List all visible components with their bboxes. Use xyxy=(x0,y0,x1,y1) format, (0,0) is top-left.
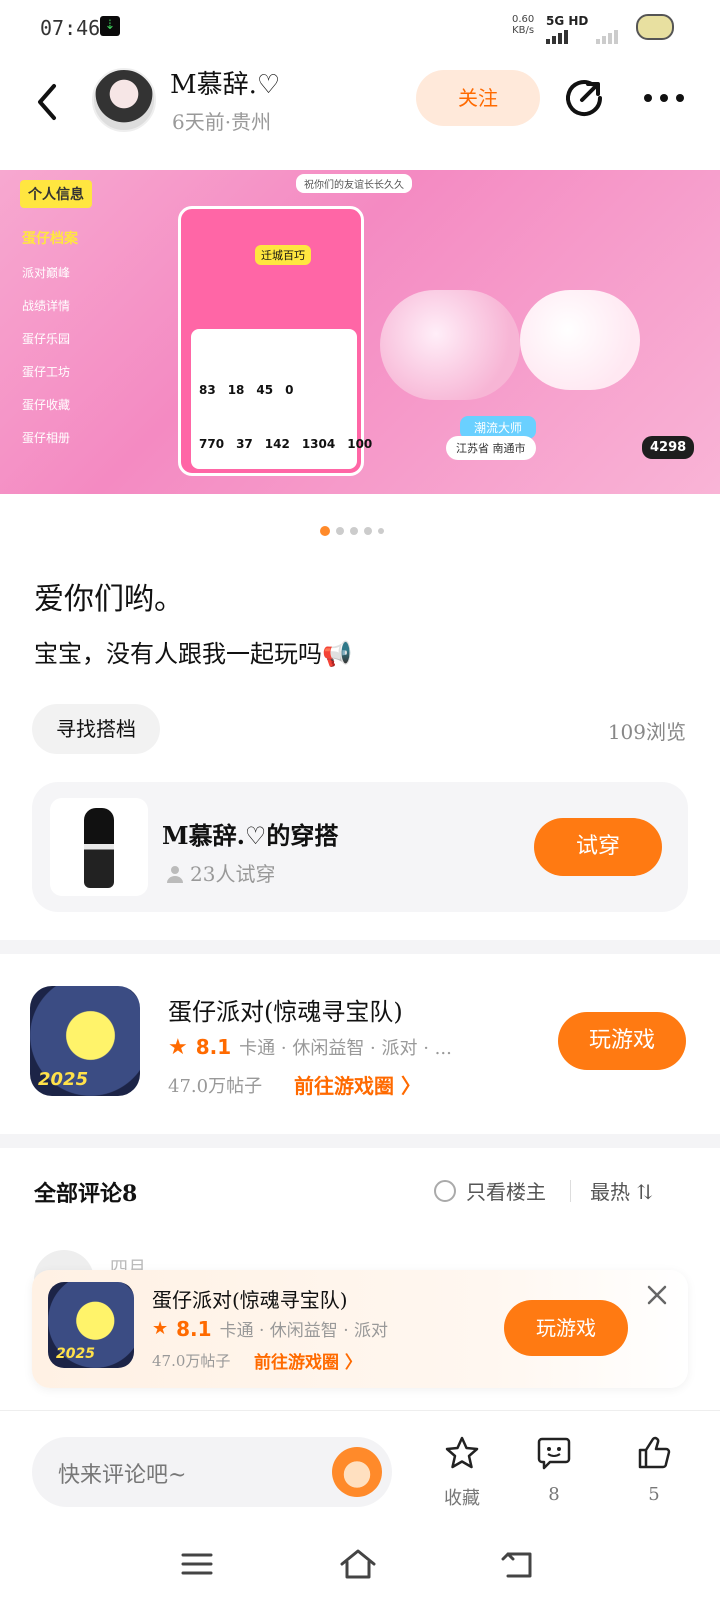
signal-label: 5G HD xyxy=(546,14,589,28)
pet-character xyxy=(380,290,520,400)
share-icon[interactable] xyxy=(562,76,606,120)
pet-character-2 xyxy=(520,290,640,390)
topic-chip[interactable]: 寻找搭档 xyxy=(32,704,160,754)
comments-title: 全部评论8 xyxy=(34,1181,138,1207)
profile-card: 迁城百巧 83 18 45 0 770 37 142 1304 100 xyxy=(178,206,372,476)
favorite-label: 收藏 xyxy=(444,1488,480,1509)
game-card[interactable]: 2025 蛋仔派对(惊魂寻宝队) ★ 8.1 卡通 · 休闲益智 · 派对 · … xyxy=(0,968,720,1118)
game-popup[interactable]: 2025 蛋仔派对(惊魂寻宝队) ★ 8.1 卡通 · 休闲益智 · 派对 47… xyxy=(32,1270,688,1388)
network-speed: 0.60 KB/s xyxy=(512,14,535,36)
person-icon xyxy=(166,864,184,883)
status-bar: 07:46 ⇣ 0.60 KB/s 5G HD xyxy=(0,0,720,56)
game-categories: 卡通 · 休闲益智 · 派对 · ... xyxy=(239,1038,452,1059)
star-icon: ★ xyxy=(152,1318,169,1339)
close-icon[interactable] xyxy=(646,1284,668,1311)
section-divider-2 xyxy=(0,1134,720,1148)
like-button[interactable]: 5 xyxy=(624,1435,684,1505)
popup-game-icon[interactable]: 2025 xyxy=(48,1282,134,1368)
avatar[interactable] xyxy=(92,68,156,132)
popup-rating-row: ★ 8.1 卡通 · 休闲益智 · 派对 xyxy=(152,1316,389,1342)
game-name: 蛋仔派对(惊魂寻宝队) xyxy=(168,998,403,1026)
banner-side-menu: 蛋仔档案 派对巅峰 战绩详情 蛋仔乐园 蛋仔工坊 蛋仔收藏 蛋仔相册 xyxy=(22,231,78,445)
play-game-button[interactable]: 玩游戏 xyxy=(558,1012,686,1070)
comments-header: 全部评论8 只看楼主 最热 ⇅ xyxy=(34,1176,686,1216)
emoji-icon[interactable] xyxy=(332,1447,382,1497)
popup-game-name: 蛋仔派对(惊魂寻宝队) xyxy=(152,1288,348,1312)
try-on-button[interactable]: 试穿 xyxy=(534,818,662,876)
section-divider xyxy=(0,940,720,954)
more-icon[interactable] xyxy=(640,76,688,120)
popup-rating: 8.1 xyxy=(176,1316,212,1341)
goto-game-circle-link[interactable]: 前往游戏圈 〉 xyxy=(294,1070,421,1099)
post-header: M慕辞.♡ 6天前·贵州 关注 xyxy=(0,56,720,166)
back-arrow-icon[interactable] xyxy=(30,80,66,124)
star-icon xyxy=(432,1435,492,1478)
banner-top-text: 祝你们的友谊长长久久 xyxy=(296,174,412,193)
outfit-try-count: 23人试穿 xyxy=(166,858,275,887)
status-time: 07:46 xyxy=(40,16,101,40)
post-image[interactable]: 个人信息 蛋仔档案 派对巅峰 战绩详情 蛋仔乐园 蛋仔工坊 蛋仔收藏 蛋仔相册 … xyxy=(0,170,720,494)
system-nav-bar xyxy=(0,1540,720,1612)
only-op-radio[interactable] xyxy=(434,1180,456,1202)
menu-icon[interactable] xyxy=(180,1546,214,1591)
post-meta: 6天前·贵州 xyxy=(172,110,272,134)
card-badge: 迁城百巧 xyxy=(255,245,311,265)
like-count: 5 xyxy=(648,1484,660,1505)
popup-play-button[interactable]: 玩游戏 xyxy=(504,1300,628,1356)
home-icon[interactable] xyxy=(338,1546,378,1591)
banner-score: 4298 xyxy=(642,436,695,459)
sort-toggle[interactable]: 最热 ⇅ xyxy=(590,1176,653,1205)
view-count: 109浏览 xyxy=(607,720,686,744)
carousel-dots xyxy=(320,526,384,536)
comment-icon xyxy=(524,1435,584,1478)
outfit-name: M慕辞.♡的穿搭 xyxy=(162,821,339,850)
outfit-thumbnail xyxy=(50,798,148,896)
game-icon[interactable]: 2025 xyxy=(30,986,140,1096)
battery-icon xyxy=(636,14,674,40)
back-nav-icon[interactable] xyxy=(500,1546,536,1591)
banner-tag: 个人信息 xyxy=(20,180,92,208)
signal-bars-2-icon xyxy=(596,30,618,44)
follow-button[interactable]: 关注 xyxy=(416,70,540,126)
comment-button[interactable]: 8 xyxy=(524,1435,584,1505)
game-rating-row: ★ 8.1 卡通 · 休闲益智 · 派对 · ... xyxy=(168,1034,452,1060)
post-title: 爱你们哟。 xyxy=(34,582,184,617)
popup-goto-link[interactable]: 前往游戏圈 〉 xyxy=(254,1348,362,1373)
star-icon: ★ xyxy=(168,1034,188,1060)
username[interactable]: M慕辞.♡ xyxy=(170,64,280,101)
card-stats: 83 18 45 0 770 37 142 1304 100 xyxy=(191,329,372,469)
download-icon: ⇣ xyxy=(100,16,120,36)
post-body: 宝宝，没有人跟我一起玩吗📢 xyxy=(34,640,352,668)
comment-count: 8 xyxy=(548,1484,560,1505)
comment-placeholder: 快来评论吧~ xyxy=(58,1463,187,1488)
popup-categories: 卡通 · 休闲益智 · 派对 xyxy=(219,1321,389,1341)
comment-input[interactable]: 快来评论吧~ xyxy=(32,1437,392,1507)
game-rating: 8.1 xyxy=(195,1035,232,1059)
game-posts: 47.0万帖子 xyxy=(168,1076,263,1097)
popup-posts: 47.0万帖子 xyxy=(152,1352,231,1370)
thumbs-up-icon xyxy=(624,1435,684,1478)
signal-bars-icon xyxy=(546,30,568,44)
only-op-label[interactable]: 只看楼主 xyxy=(466,1176,546,1205)
favorite-button[interactable]: 收藏 xyxy=(432,1435,492,1510)
bottom-action-bar: 快来评论吧~ 收藏 8 5 xyxy=(0,1410,720,1514)
banner-location: 江苏省 南通市 xyxy=(446,436,536,460)
outfit-card[interactable]: M慕辞.♡的穿搭 23人试穿 试穿 xyxy=(32,782,688,912)
